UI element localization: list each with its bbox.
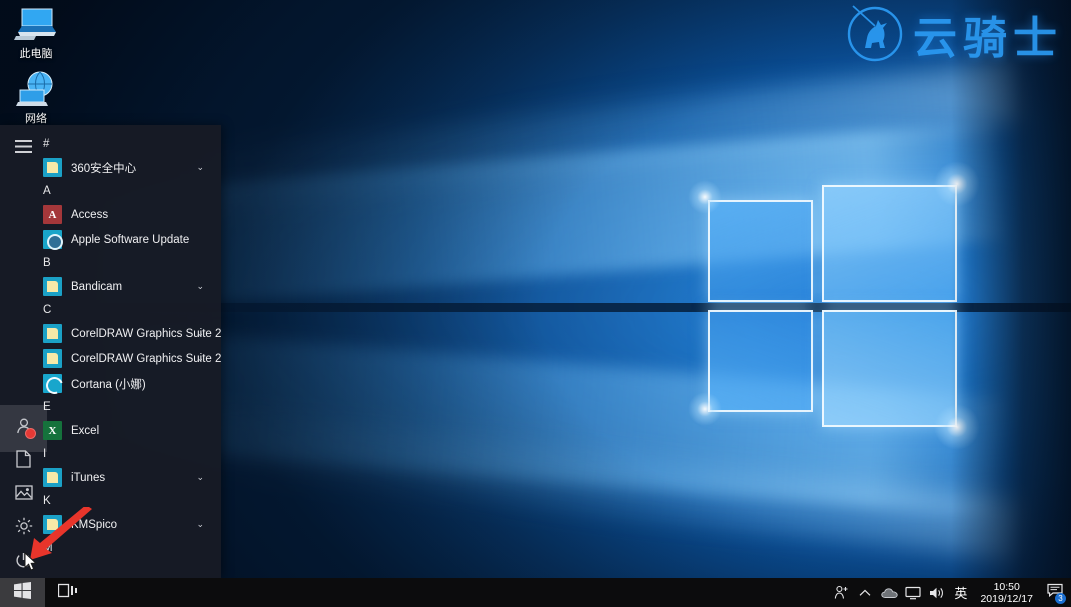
windows-logo-icon [14,581,31,604]
app-group-letter: C [43,304,52,316]
chevron-down-icon[interactable]: ⌄ [196,329,204,338]
app-group-letter: B [43,257,51,269]
apple-update-icon [43,230,63,250]
app-group-letter: E [43,401,51,413]
knight-logo-icon [845,4,905,64]
start-menu-app-label: Access [71,208,109,221]
folder-icon [43,349,62,368]
onedrive-icon[interactable] [877,578,901,607]
desktop-icon-label: 网络 [25,113,47,125]
taskbar: 英 10:50 2019/12/17 3 [0,578,1071,607]
app-group-letter: M [43,542,53,554]
chevron-down-icon[interactable]: ⌄ [196,354,204,363]
this-pc-icon [0,5,72,45]
start-menu-app-item[interactable]: 360安全中心 ⌄ [33,155,221,180]
ime-indicator[interactable]: 英 [949,583,972,602]
folder-icon [43,324,62,343]
notification-count-badge: 3 [1055,593,1066,604]
start-menu-app-item[interactable]: iTunes ⌄ [33,465,221,490]
taskbar-clock[interactable]: 10:50 2019/12/17 [972,581,1041,605]
clock-time: 10:50 [993,580,1020,593]
start-menu-app-label: iTunes [71,471,106,484]
gear-icon [15,517,33,540]
brand-watermark: 云骑士 [845,2,1063,66]
chevron-down-icon[interactable]: ⌄ [196,520,204,529]
start-menu-app-item[interactable]: CorelDRAW Graphics Suite 20... ⌄ [33,321,221,346]
start-menu-app-item[interactable]: X Excel [33,418,221,443]
network-icon [0,70,72,110]
start-menu-app-item[interactable]: Cortana (小娜) [33,371,221,396]
start-menu-app-item[interactable]: Apple Software Update [33,227,221,252]
volume-icon[interactable] [925,578,949,607]
start-menu-app-label: 360安全中心 [71,162,137,175]
brand-name: 云骑士 [913,13,1063,64]
hamburger-icon [15,139,32,158]
action-center-button[interactable]: 3 [1041,578,1069,607]
excel-icon: X [43,421,62,440]
document-icon [16,450,31,473]
folder-icon [43,515,62,534]
start-menu-app-item[interactable]: KMSpico ⌄ [33,512,221,537]
chevron-down-icon[interactable]: ⌄ [196,163,204,172]
power-icon [15,552,32,574]
task-view-button[interactable] [45,578,90,607]
start-menu-app-label: Cortana (小娜) [71,378,146,391]
start-menu-app-label: Bandicam [71,280,123,293]
pictures-icon [14,484,33,505]
desktop-icon-this-pc[interactable]: 此电脑 [0,5,72,62]
start-menu-app-item[interactable]: A Access [33,202,221,227]
folder-icon [43,468,62,487]
system-tray: 英 10:50 2019/12/17 3 [829,578,1071,607]
app-group-letter: K [43,495,51,507]
clock-date: 2019/12/17 [980,592,1033,605]
show-hidden-icons-chevron[interactable] [853,578,877,607]
app-group-letter: I [43,448,47,460]
start-menu-app-item[interactable]: Bandicam ⌄ [33,274,221,299]
start-menu-app-label: Excel [71,424,100,437]
desktop-icon-label: 此电脑 [19,48,53,60]
start-menu-app-label: KMSpico [71,518,118,531]
chevron-down-icon[interactable]: ⌄ [196,282,204,291]
desktop-icon-network[interactable]: 网络 [0,70,72,127]
people-icon[interactable] [829,578,853,607]
start-menu-app-label: Apple Software Update [71,233,190,246]
network-monitor-icon[interactable] [901,578,925,607]
start-menu: #360安全中心 ⌄ A A Access Apple Software Update B B… [0,125,221,578]
start-menu-app-item[interactable]: CorelDRAW Graphics Suite 20... ⌄ [33,346,221,371]
start-button[interactable] [0,578,45,607]
task-view-icon [57,583,78,603]
app-group-letter: # [43,138,50,150]
chevron-down-icon[interactable]: ⌄ [196,473,204,482]
folder-icon [43,158,62,177]
access-icon: A [43,205,62,224]
folder-icon [43,277,62,296]
start-menu-app-list[interactable]: #360安全中心 ⌄ A A Access Apple Software Update B B… [33,133,221,578]
app-group-letter: A [43,185,51,197]
cortana-icon [43,374,62,393]
